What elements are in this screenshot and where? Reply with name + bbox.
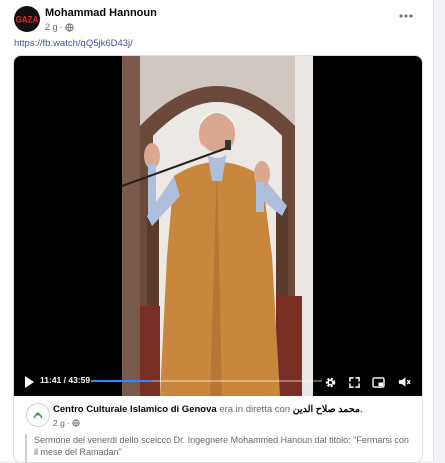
with-name[interactable]: محمد صلاح الدين bbox=[293, 404, 360, 415]
page-avatar[interactable] bbox=[26, 403, 50, 427]
shared-description: Sermone del venerdi dello sceicco Dr. In… bbox=[34, 435, 409, 457]
picture-in-picture-icon[interactable] bbox=[370, 374, 386, 390]
video-progress-bar[interactable] bbox=[91, 380, 322, 382]
page-name[interactable]: Centro Culturale Islamico di Genova bbox=[53, 404, 217, 415]
post-link[interactable]: https://fb.watch/qQ5jk6D43j/ bbox=[14, 38, 133, 49]
globe-icon bbox=[64, 22, 74, 32]
more-options-icon[interactable] bbox=[396, 8, 416, 24]
post-meta: 2 g · bbox=[45, 22, 74, 32]
shared-header: Centro Culturale Islamico di Genova era … bbox=[53, 404, 363, 415]
avatar-logo-text: GAZA bbox=[15, 13, 39, 25]
video-controls: 11:41 / 43:59 bbox=[14, 368, 422, 396]
live-text: era in diretta con bbox=[219, 404, 291, 415]
play-icon[interactable] bbox=[23, 375, 35, 389]
post-time[interactable]: 2 g bbox=[45, 22, 58, 32]
video-player[interactable]: 11:41 / 43:59 bbox=[14, 56, 422, 396]
video-frame bbox=[122, 56, 313, 396]
video-time: 11:41 / 43:59 bbox=[40, 375, 91, 385]
globe-icon bbox=[72, 419, 80, 427]
video-progress-fill bbox=[91, 380, 153, 382]
quote-bar bbox=[25, 434, 27, 462]
shared-time[interactable]: 2 g bbox=[53, 418, 65, 428]
page-logo-icon bbox=[33, 412, 43, 419]
mute-icon[interactable] bbox=[396, 374, 412, 390]
shared-meta-separator: · bbox=[66, 418, 70, 428]
shared-meta: 2 g · bbox=[53, 418, 80, 428]
post-card: GAZA Mohammad Hannoun 2 g · https://fb.w… bbox=[0, 0, 434, 463]
shared-info: Centro Culturale Islamico di Genova era … bbox=[14, 396, 422, 462]
scrollbar[interactable] bbox=[434, 0, 445, 461]
shared-live-video: 11:41 / 43:59 Centro Culturale Islamico … bbox=[13, 55, 423, 463]
author-avatar[interactable]: GAZA bbox=[14, 6, 40, 32]
expand-icon[interactable] bbox=[346, 374, 362, 390]
author-name[interactable]: Mohammad Hannoun bbox=[45, 7, 157, 19]
meta-separator: · bbox=[59, 22, 63, 32]
gear-icon[interactable] bbox=[322, 374, 338, 390]
header-period: . bbox=[359, 404, 363, 415]
